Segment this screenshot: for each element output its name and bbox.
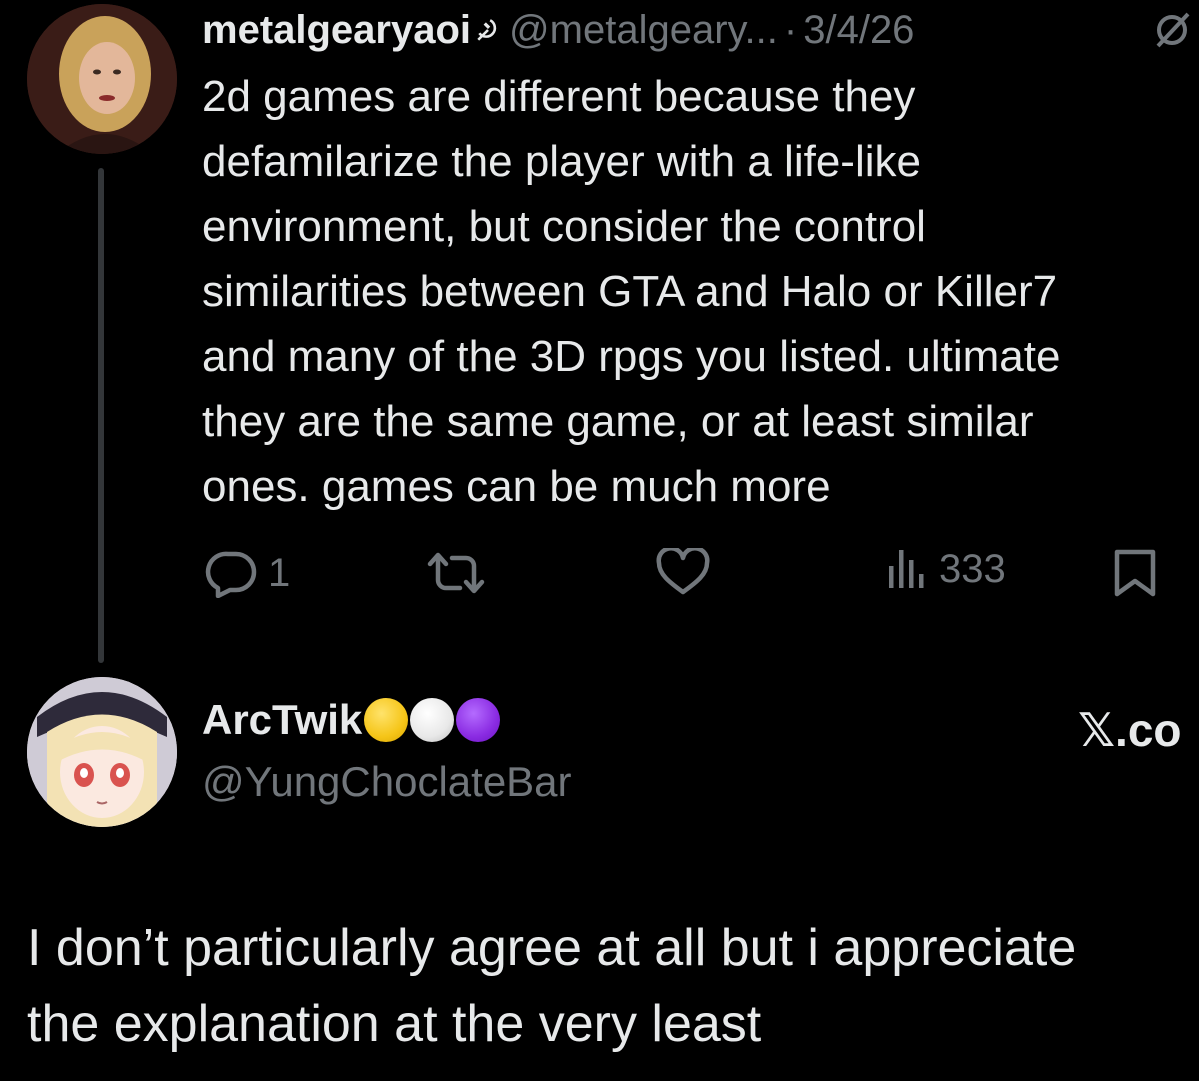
tweet-text: 2d games are different because they defa… [202, 64, 1199, 519]
reply-count: 1 [268, 550, 291, 595]
tweet-text-line: defamilarize the player with a life-like [202, 137, 921, 186]
quote-handle[interactable]: @YungChoclateBar [202, 752, 572, 812]
views-icon [889, 550, 924, 588]
quote-name-row: ArcTwik [202, 694, 572, 746]
tweet-handle[interactable]: @metalgeary... [509, 4, 778, 56]
tweet-action-bar: 1 333 [0, 540, 1199, 600]
avatar-metalgearyaoi[interactable] [27, 4, 177, 154]
bookmark-icon [1114, 549, 1156, 597]
tweet-text-line: 2d games are different because they [202, 72, 916, 121]
bookmark-button[interactable] [1113, 548, 1157, 598]
tweet-date[interactable]: 3/4/26 [803, 4, 914, 56]
quote-text-line: the explanation at the very least [27, 995, 762, 1053]
white-circle-icon [410, 698, 455, 742]
tweet-header: metalgearyaoi @metalgeary... · 3/4/26 [202, 4, 914, 56]
tweet-text-line: similarities between GTA and Halo or Kil… [202, 267, 1058, 316]
avatar-anime-image [27, 677, 177, 827]
x-watermark: 𝕏.co [1078, 704, 1182, 756]
purple-circle-icon [456, 698, 501, 742]
yellow-circle-icon [364, 698, 409, 742]
quote-display-name[interactable]: ArcTwik [202, 694, 362, 746]
tweet-text-line: and many of the 3D rpgs you listed. ulti… [202, 332, 1061, 381]
tweet-text-line: ones. games can be much more [202, 462, 831, 511]
grok-icon[interactable] [1152, 10, 1192, 50]
retweet-icon [427, 552, 485, 594]
views-count: 333 [939, 546, 1006, 591]
hammer-sickle-icon [477, 19, 497, 41]
heart-icon [656, 548, 710, 595]
retweet-button[interactable] [424, 550, 488, 596]
quote-text: I don’t particularly agree at all but i … [27, 910, 1076, 1062]
tweet-display-name[interactable]: metalgearyaoi [202, 4, 471, 56]
avatar-portrait-image [27, 4, 177, 154]
quote-header: ArcTwik @YungChoclateBar [202, 694, 572, 812]
like-button[interactable] [655, 548, 711, 598]
views-button[interactable]: 333 [885, 546, 1006, 592]
quote-text-line: I don’t particularly agree at all but i … [27, 919, 1077, 977]
reply-icon [205, 551, 257, 598]
tweet-text-line: environment, but consider the control [202, 202, 926, 251]
header-separator: · [783, 8, 798, 52]
tweet-text-line: they are the same game, or at least simi… [202, 397, 1034, 446]
reply-button[interactable]: 1 [204, 548, 290, 598]
avatar-arctwik[interactable] [27, 677, 177, 827]
